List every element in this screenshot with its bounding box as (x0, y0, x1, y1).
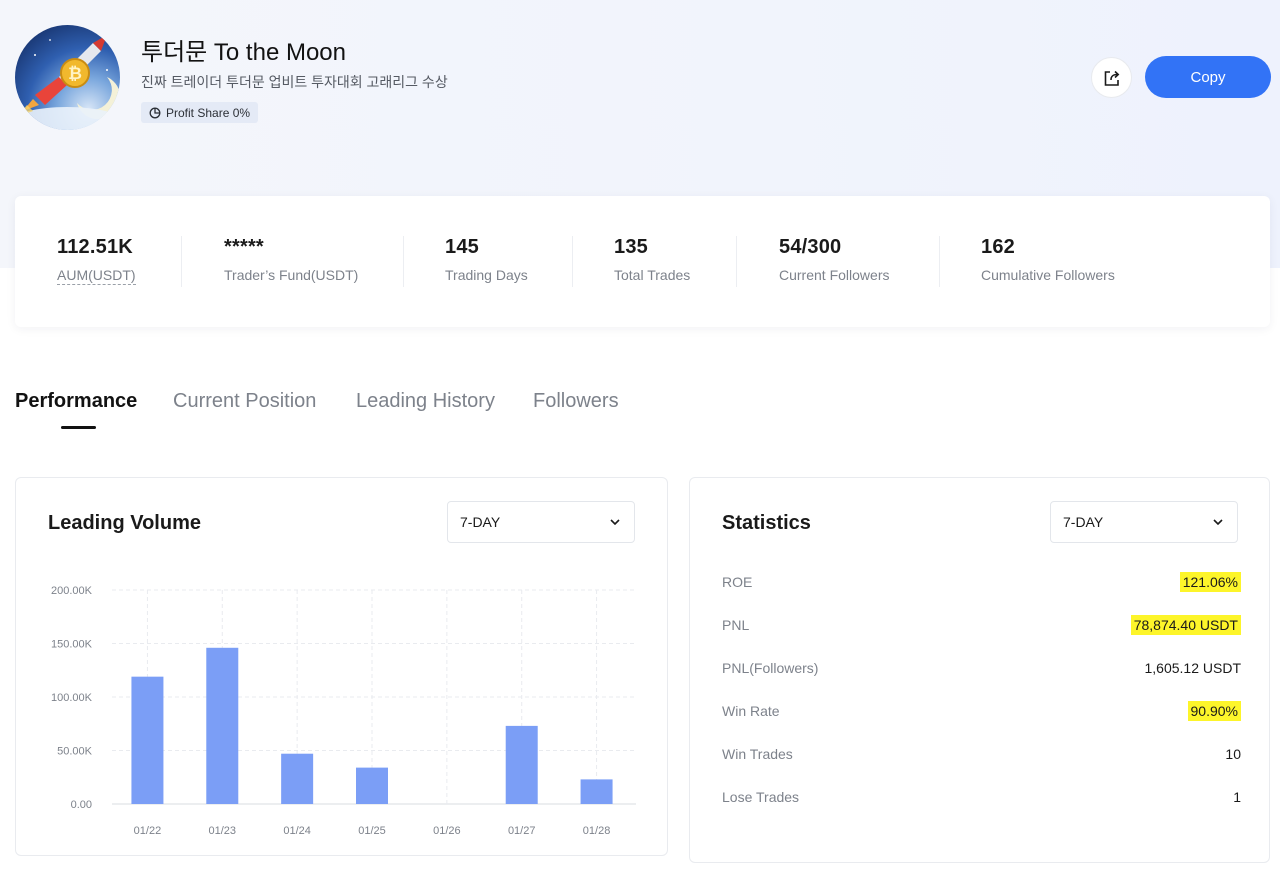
pie-chart-icon (149, 107, 161, 118)
x-tick-label: 01/22 (134, 825, 162, 837)
stat-cumulative-followers: 162 Cumulative Followers (981, 236, 1115, 283)
volume-bar (131, 676, 164, 804)
stat-value: ***** (224, 236, 264, 258)
stat-row-key: PNL(Followers) (722, 660, 819, 676)
stat-value: 112.51K (57, 236, 133, 258)
stat-row-lose-trades: Lose Trades 1 (722, 785, 1241, 809)
trader-avatar: ₿ (15, 25, 120, 130)
stat-row-pnl: PNL 78,874.40 USDT (722, 613, 1241, 637)
x-tick-label: 01/24 (283, 825, 311, 837)
stat-row-value: 78,874.40 USDT (1130, 615, 1241, 635)
stat-row-key: ROE (722, 574, 753, 590)
share-icon (1104, 70, 1119, 86)
stat-label: Trader’s Fund(USDT) (224, 267, 359, 283)
leading-volume-card: Leading Volume 7-DAY 0.00 50.00K 100.00K 15… (15, 477, 668, 856)
tab-leading-history[interactable]: Leading History (356, 390, 495, 413)
stat-total-trades: 135 Total Trades (614, 236, 690, 283)
stat-row-value: 121.06% (1179, 572, 1241, 592)
stat-row-key: Win Trades (722, 746, 793, 762)
volume-bar (505, 725, 538, 804)
profit-share-text: Profit Share 0% (166, 105, 251, 120)
stat-divider (939, 236, 940, 287)
period-select-value: 7-DAY (460, 514, 501, 530)
stat-divider (403, 236, 404, 287)
stat-row-key: Lose Trades (722, 789, 800, 805)
trader-name: 투더문 To the Moon (141, 39, 346, 66)
stat-label: Cumulative Followers (981, 267, 1115, 283)
period-select-value: 7-DAY (1063, 514, 1104, 530)
stat-row-roe: ROE 121.06% (722, 570, 1241, 594)
y-tick-label: 200.00K (51, 585, 93, 597)
stat-row-pnl-followers: PNL(Followers) 1,605.12 USDT (722, 656, 1241, 680)
stat-row-value: 1 (1233, 789, 1241, 805)
stat-value: 162 (981, 236, 1015, 258)
stat-row-win-rate: Win Rate 90.90% (722, 699, 1241, 723)
statistics-card: Statistics 7-DAY ROE 121.06% PNL 78,874.… (689, 477, 1270, 863)
tab-followers[interactable]: Followers (533, 390, 619, 413)
statistics-title: Statistics (722, 512, 811, 534)
stat-row-value: 90.90% (1187, 701, 1241, 721)
volume-bar (580, 779, 613, 804)
statistics-period-select[interactable]: 7-DAY (1050, 501, 1238, 543)
x-tick-label: 01/28 (583, 825, 611, 837)
y-tick-label: 50.00K (57, 746, 93, 758)
leading-volume-title: Leading Volume (48, 512, 201, 534)
stat-value: 135 (614, 236, 648, 258)
stat-current-followers: 54/300 Current Followers (779, 236, 889, 283)
stat-trading-days: 145 Trading Days (445, 236, 528, 283)
stat-row-key: Win Rate (722, 703, 780, 719)
chevron-down-icon (610, 519, 620, 525)
active-tab-indicator (61, 426, 96, 429)
stat-value: 54/300 (779, 236, 842, 258)
stat-divider (181, 236, 182, 287)
x-tick-label: 01/23 (209, 825, 237, 837)
chevron-down-icon (1213, 519, 1223, 525)
tab-performance[interactable]: Performance (15, 390, 137, 413)
y-tick-label: 150.00K (51, 639, 93, 651)
x-tick-label: 01/25 (358, 825, 386, 837)
stats-summary-card: 112.51K AUM(USDT) ***** Trader’s Fund(US… (15, 196, 1270, 327)
leading-volume-chart: 0.00 50.00K 100.00K 150.00K 200.00K 01/22 01/2… (51, 585, 636, 837)
tab-current-position[interactable]: Current Position (173, 390, 316, 413)
copy-button[interactable]: Copy (1145, 56, 1271, 98)
volume-bar (281, 753, 314, 804)
stat-value: 145 (445, 236, 479, 258)
leading-volume-period-select[interactable]: 7-DAY (447, 501, 635, 543)
y-tick-label: 0.00 (71, 799, 92, 811)
stat-row-key: PNL (722, 617, 750, 633)
volume-bar (356, 767, 388, 804)
rocket-moon-image: ₿ (15, 35, 120, 130)
stat-divider (736, 236, 737, 287)
stat-traders-fund: ***** Trader’s Fund(USDT) (224, 236, 358, 283)
trader-bio: 진짜 트레이더 투더문 업비트 투자대회 고래리그 수상 (141, 74, 448, 90)
stat-row-win-trades: Win Trades 10 (722, 742, 1241, 766)
x-tick-label: 01/27 (508, 825, 536, 837)
stat-label: Total Trades (614, 267, 691, 283)
stat-aum: 112.51K AUM(USDT) (57, 236, 136, 285)
profit-share-badge: Profit Share 0% (141, 102, 259, 123)
volume-bar (206, 647, 239, 804)
x-tick-label: 01/26 (433, 825, 461, 837)
svg-text:₿: ₿ (68, 64, 82, 84)
stat-row-value: 1,605.12 USDT (1144, 660, 1242, 676)
stat-divider (572, 236, 573, 287)
share-button[interactable] (1091, 57, 1132, 98)
y-tick-label: 100.00K (51, 692, 93, 704)
stat-label: Trading Days (445, 267, 528, 283)
stat-row-value: 10 (1225, 746, 1241, 762)
stat-label: Current Followers (779, 267, 890, 283)
stat-label[interactable]: AUM(USDT) (57, 267, 136, 285)
